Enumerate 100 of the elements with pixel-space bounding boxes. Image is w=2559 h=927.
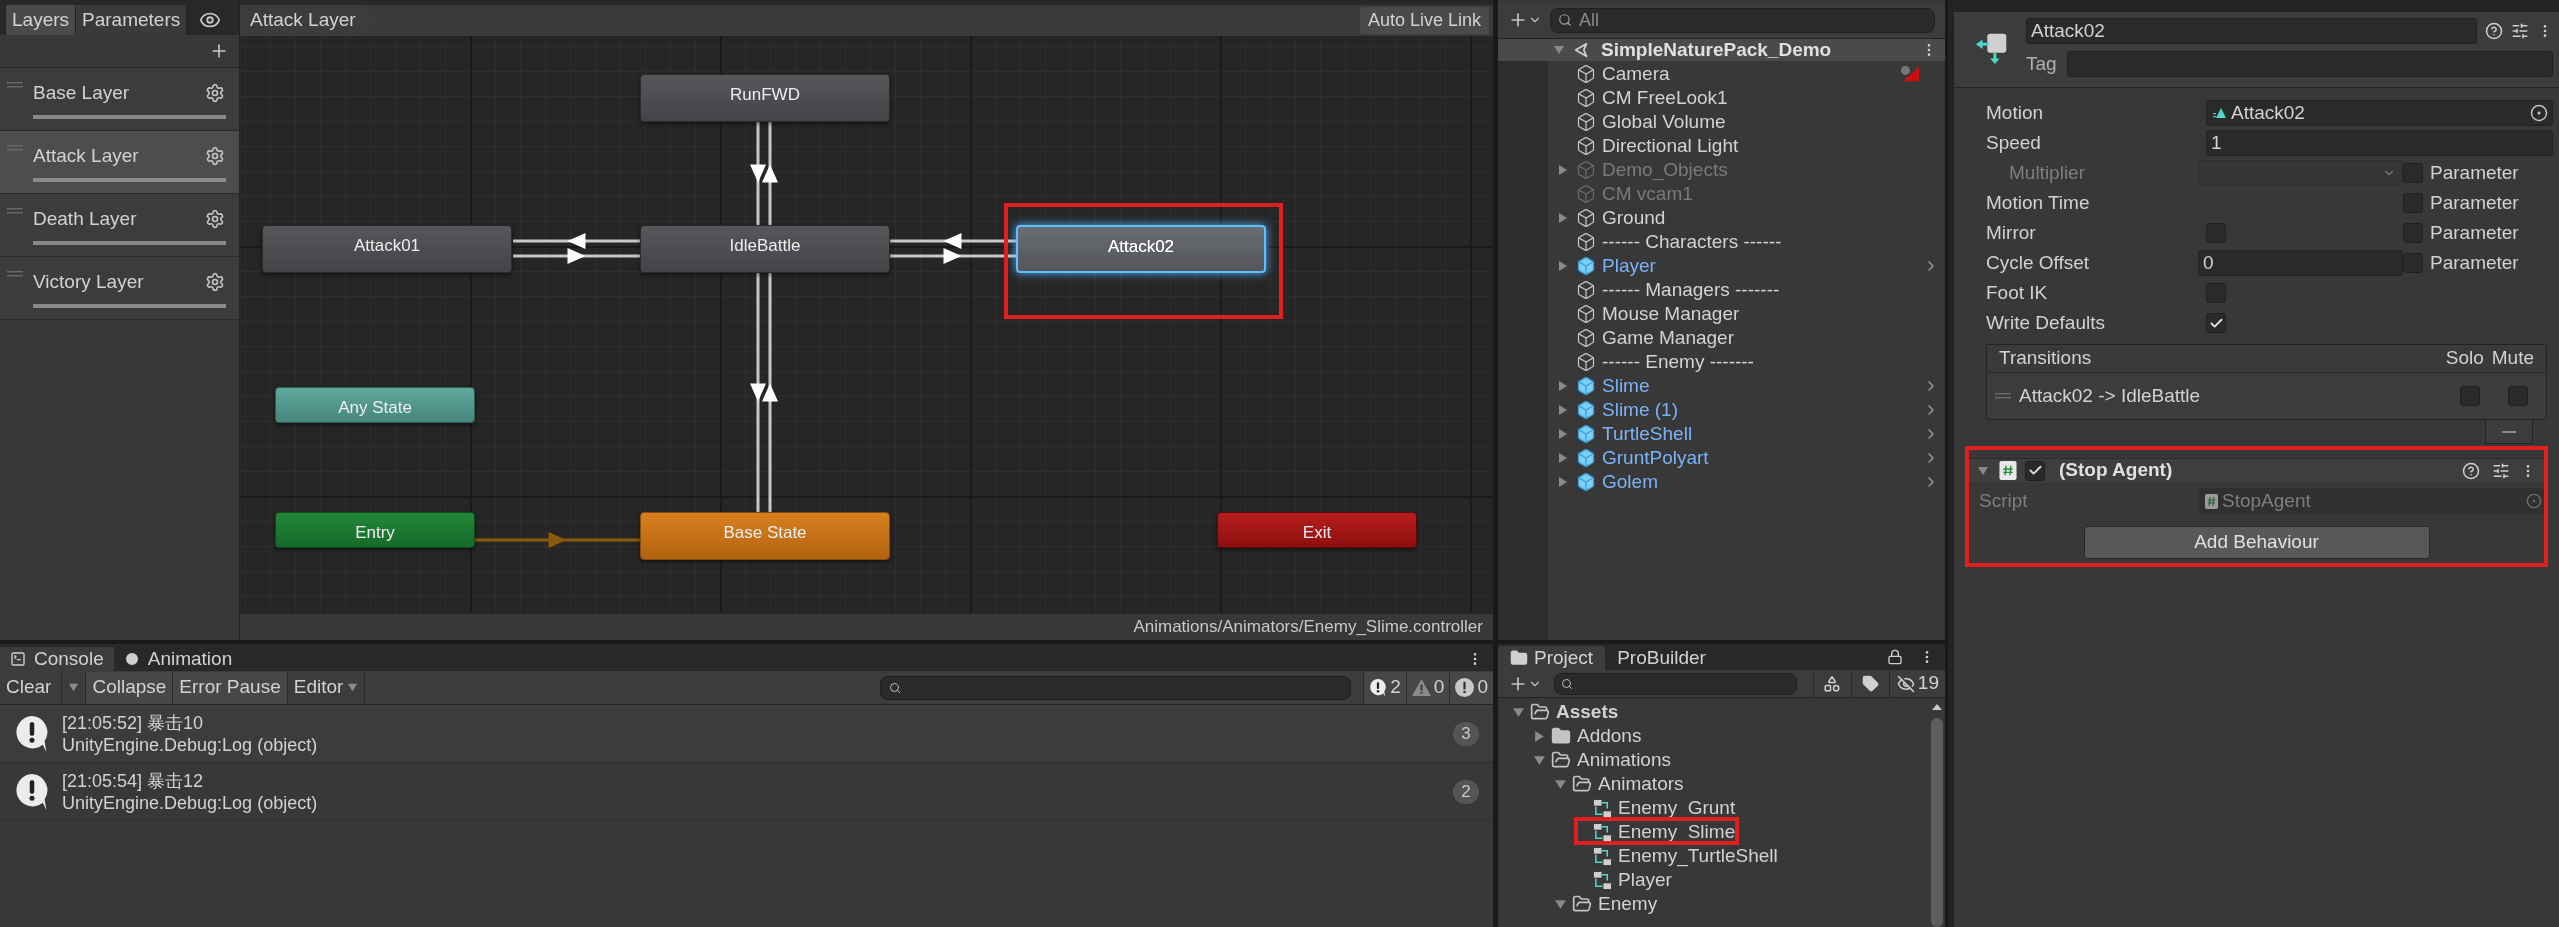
expand-arrow-icon[interactable] — [1557, 260, 1569, 272]
state-node[interactable]: Entry — [275, 512, 475, 548]
settings-icon[interactable] — [205, 83, 225, 103]
expand-arrow-icon[interactable] — [1557, 428, 1569, 440]
parameter-checkbox[interactable] — [2403, 253, 2423, 273]
transition-arrow[interactable] — [750, 122, 766, 225]
cube-icon — [1576, 304, 1596, 324]
transition-arrow[interactable] — [889, 248, 1016, 264]
transition-arrow[interactable] — [889, 233, 1016, 249]
help-icon[interactable] — [2485, 22, 2503, 40]
drag-handle-icon[interactable] — [7, 82, 23, 88]
transition-arrow[interactable] — [513, 248, 640, 264]
parameter-checkbox[interactable] — [2403, 223, 2423, 243]
number-field[interactable]: 0 — [2198, 250, 2403, 276]
panel-tab[interactable]: Layers — [6, 5, 77, 35]
parameter-label: Parameter — [2430, 190, 2519, 215]
expand-arrow-icon[interactable] — [1553, 44, 1565, 56]
expand-arrow-icon[interactable] — [1553, 777, 1567, 791]
layer-item[interactable]: Death Layer — [0, 194, 239, 257]
parameter-label: Parameter — [2430, 250, 2519, 275]
state-node[interactable]: Exit — [1217, 512, 1417, 548]
layer-item[interactable]: Base Layer — [0, 68, 239, 131]
scroll-up-icon[interactable] — [1932, 704, 1942, 710]
transition-arrow[interactable] — [513, 233, 640, 249]
expand-arrow-icon[interactable] — [1557, 452, 1569, 464]
eye-slash-icon — [1895, 674, 1916, 693]
cube-icon — [1576, 328, 1596, 348]
help-icon[interactable] — [2462, 461, 2480, 480]
enabled-checkbox[interactable] — [2025, 460, 2045, 481]
transition-arrow[interactable] — [762, 273, 778, 512]
solo-checkbox[interactable] — [2460, 386, 2480, 406]
expand-arrow-icon[interactable] — [1553, 897, 1567, 911]
property-label: Motion — [1986, 100, 2045, 125]
state-node[interactable]: IdleBattle — [640, 225, 890, 273]
weight-slider[interactable] — [33, 178, 226, 183]
parameter-label: Parameter — [2430, 220, 2519, 245]
state-node[interactable]: Attack02 — [1016, 225, 1266, 273]
property-label: Cycle Offset — [1986, 250, 2091, 275]
drag-handle-icon[interactable] — [7, 208, 23, 214]
hidden-packages-button[interactable]: 19 — [1888, 669, 1945, 698]
transition-arrow[interactable] — [750, 273, 766, 512]
search-icon — [889, 681, 902, 694]
panel-tab[interactable]: Console — [0, 647, 114, 671]
expand-arrow-icon[interactable] — [1557, 476, 1569, 488]
drag-handle-icon[interactable] — [1995, 393, 2011, 399]
panel-tab[interactable]: Parameters — [76, 5, 188, 35]
tag-field[interactable] — [2066, 51, 2553, 78]
settings-icon[interactable] — [205, 209, 225, 229]
tag-icon — [1861, 675, 1879, 692]
remove-button[interactable] — [2485, 420, 2533, 444]
weight-slider[interactable] — [33, 115, 226, 120]
gizmo-warning-icon[interactable] — [1899, 65, 1921, 83]
transition-item[interactable]: Attack02 -> IdleBattle — [2019, 381, 2460, 411]
state-graph-canvas[interactable]: RunFWD Attack01 IdleBattle Attack02 Any State Entry Base State Exit — [240, 36, 1493, 613]
checkbox[interactable] — [2206, 313, 2226, 333]
add-behaviour-button[interactable]: Add Behaviour — [2083, 526, 2430, 559]
expand-arrow-icon[interactable] — [1511, 705, 1525, 719]
transition-arrow[interactable] — [762, 122, 778, 225]
expand-arrow-icon[interactable] — [1977, 464, 1989, 477]
expand-arrow-icon[interactable] — [1532, 753, 1546, 767]
cube-icon — [1576, 64, 1596, 84]
name-field[interactable]: Attack02 — [2026, 18, 2477, 44]
error-count-toggle[interactable]: 0 — [1449, 671, 1493, 704]
mute-checkbox[interactable] — [2508, 386, 2528, 406]
search-field[interactable]: All — [1550, 7, 1935, 33]
weight-slider[interactable] — [33, 241, 226, 246]
checkbox[interactable] — [2206, 223, 2226, 243]
layer-item[interactable]: Victory Layer — [0, 257, 239, 320]
search-field[interactable] — [1554, 672, 1797, 695]
toolbar-button[interactable]: Error Pause — [173, 671, 288, 704]
panel-tab[interactable]: Project — [1498, 646, 1606, 670]
warning-count-toggle[interactable]: 0 — [1405, 671, 1450, 704]
state-node[interactable]: Attack01 — [262, 225, 512, 273]
expand-arrow-icon[interactable] — [1557, 404, 1569, 416]
weight-slider[interactable] — [33, 304, 226, 309]
caret-icon[interactable] — [347, 682, 359, 693]
expand-arrow-icon[interactable] — [1557, 212, 1569, 224]
settings-icon[interactable] — [205, 272, 225, 292]
drag-handle-icon[interactable] — [7, 271, 23, 277]
preset-icon[interactable] — [2511, 22, 2529, 40]
checkbox[interactable] — [2206, 283, 2226, 303]
caret-icon[interactable] — [68, 682, 80, 693]
toolbar-button[interactable]: Collapse — [86, 671, 174, 704]
settings-icon[interactable] — [205, 146, 225, 166]
layer-item[interactable]: Attack Layer — [0, 131, 239, 194]
number-field[interactable]: 1 — [2206, 130, 2553, 156]
motion-object-field[interactable]: Attack02 — [2206, 100, 2553, 126]
parameter-checkbox[interactable] — [2403, 193, 2423, 213]
info-count-toggle[interactable]: 2 — [1363, 671, 1406, 704]
cube-icon — [1576, 184, 1596, 204]
expand-arrow-icon[interactable] — [1557, 380, 1569, 392]
object-picker-icon[interactable] — [2530, 104, 2548, 122]
search-field[interactable] — [880, 675, 1352, 700]
preset-icon[interactable] — [2492, 461, 2510, 480]
drag-handle-icon[interactable] — [7, 145, 23, 151]
auto-live-link-button[interactable]: Auto Live Link — [1359, 7, 1489, 34]
state-node[interactable]: RunFWD — [640, 74, 890, 122]
expand-arrow-icon[interactable] — [1532, 729, 1546, 743]
lock-icon[interactable] — [1887, 649, 1903, 665]
log-entry[interactable]: [21:05:52] 暴击10 UnityEngine.Debug:Log (object) 3 — [0, 705, 1493, 763]
